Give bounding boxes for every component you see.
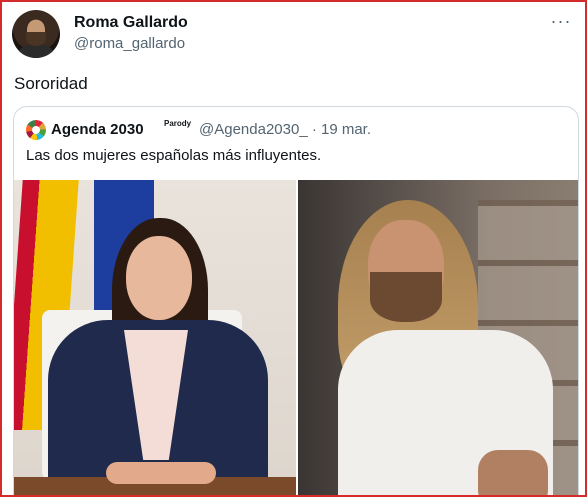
man-arm [478,450,548,495]
quoted-author-avatar[interactable] [26,120,46,140]
woman-face [126,236,192,320]
media-photo-right[interactable] [298,180,578,495]
author-name[interactable]: Roma Gallardo [74,14,188,32]
quoted-author-name[interactable]: Agenda 2030 [51,121,144,138]
tweet-text: Sororidad [14,74,88,93]
author-avatar[interactable] [12,10,60,58]
author-handle[interactable]: @roma_gallardo [74,35,185,52]
more-options-icon[interactable]: ··· [547,12,575,34]
avatar-beard [26,32,46,46]
quoted-tweet-text: Las dos mujeres españolas más influyente… [26,147,322,164]
screenshot-frame: Roma Gallardo @roma_gallardo ··· Sororid… [0,0,587,497]
parody-badge: Parody [164,119,192,128]
man-beard [370,272,442,322]
woman-hands [106,462,216,484]
media-photo-left[interactable] [14,180,296,495]
avatar-body [18,44,54,58]
quoted-tweet-card[interactable]: Agenda 2030 Parody @Agenda2030_ · 19 mar… [13,106,579,495]
tweet-header: Roma Gallardo @roma_gallardo ··· [12,10,575,60]
quoted-handle-date[interactable]: @Agenda2030_ · 19 mar. [199,121,371,138]
